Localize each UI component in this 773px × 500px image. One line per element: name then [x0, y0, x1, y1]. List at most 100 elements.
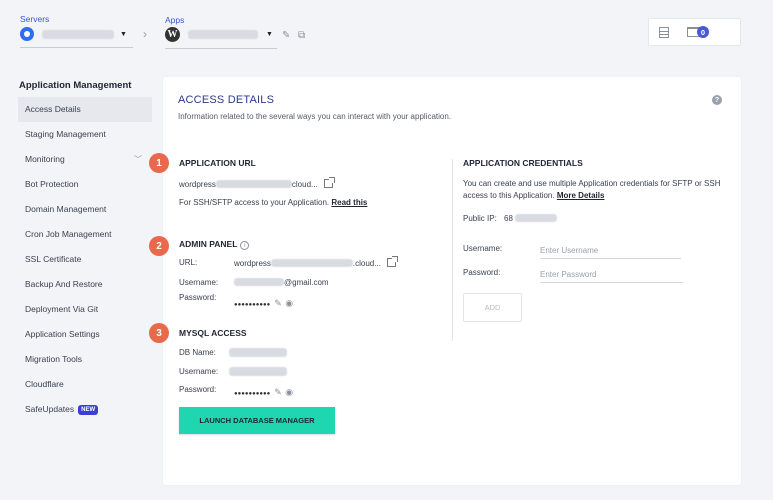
step-badge-2: 2 [149, 236, 169, 256]
admin-username-value: @gmail.com [234, 278, 329, 287]
url-suffix: cloud... [291, 180, 318, 189]
sidebar-item-label: Application Settings [25, 329, 100, 339]
chevron-down-icon: ▼ [266, 31, 273, 38]
top-bar: Servers ▼ › Apps W ▼ ✎ ⧉ 0 [0, 0, 773, 60]
chevron-down-icon: ▼ [120, 30, 127, 38]
public-ip-value: 68 [504, 214, 557, 223]
breadcrumb-chevron-icon: › [143, 27, 147, 41]
sidebar-item-domain-management[interactable]: Domain Management [18, 197, 152, 222]
sidebar-item-label: SSL Certificate [25, 254, 82, 264]
sidebar-item-label: Staging Management [25, 129, 106, 139]
edit-password-icon[interactable]: ✎ [274, 387, 282, 398]
admin-panel-heading: ADMIN PANEL i [179, 239, 250, 250]
username-input[interactable] [540, 243, 681, 259]
sidebar-item-label: Domain Management [25, 204, 107, 214]
sidebar-item-cron-job-management[interactable]: Cron Job Management [18, 222, 152, 247]
show-password-icon[interactable]: ◉ [285, 298, 293, 309]
servers-label: Servers [20, 14, 50, 24]
sidebar-item-access-details[interactable]: Access Details [18, 97, 152, 122]
username-redacted [234, 278, 284, 286]
cred-password-label: Password: [463, 268, 501, 277]
edit-password-icon[interactable]: ✎ [274, 298, 282, 309]
admin-password-value: ●●●●●●●●●● ✎ ◉ [234, 298, 294, 309]
credentials-description: You can create and use multiple Applicat… [463, 178, 731, 202]
mysql-access-heading: MYSQL ACCESS [179, 328, 247, 338]
new-badge: NEW [78, 405, 99, 415]
step-badge-1: 1 [149, 153, 169, 173]
admin-panel-heading-text: ADMIN PANEL [179, 239, 238, 249]
url-prefix: wordpress [179, 180, 216, 189]
db-username-redacted [229, 367, 287, 376]
public-ip-label: Public IP: [463, 214, 497, 223]
info-icon[interactable]: i [240, 241, 250, 250]
add-credentials-button[interactable]: ADD [463, 293, 522, 322]
db-name-redacted [229, 348, 287, 357]
help-icon[interactable]: ? [712, 95, 722, 105]
sidebar-item-label: SafeUpdates [25, 404, 75, 414]
sidebar-item-label: Monitoring [25, 154, 65, 164]
sidebar-item-label: Migration Tools [25, 354, 83, 364]
step-badge-3: 3 [149, 323, 169, 343]
admin-url-suffix: .cloud... [352, 259, 381, 268]
more-details-link[interactable]: More Details [557, 191, 605, 200]
admin-url-label: URL: [179, 258, 198, 267]
url-redacted [215, 180, 292, 188]
password-mask: ●●●●●●●●●● [234, 302, 271, 308]
sidebar-item-label: Cron Job Management [25, 229, 112, 239]
sidebar-item-ssl-certificate[interactable]: SSL Certificate [18, 247, 152, 272]
application-url-heading: APPLICATION URL [179, 158, 256, 168]
server-selector-underline [20, 47, 133, 48]
sidebar-item-label: Access Details [25, 104, 81, 114]
sidebar-item-label: Cloudflare [25, 379, 64, 389]
external-link-icon[interactable] [386, 256, 398, 267]
db-password-label: Password: [179, 385, 217, 394]
sidebar-item-application-settings[interactable]: Application Settings [18, 322, 152, 347]
sidebar-item-label: Bot Protection [25, 179, 79, 189]
column-divider [452, 159, 453, 341]
ssh-access-text: For SSH/SFTP access to your Application.… [179, 198, 367, 207]
sidebar-item-backup-and-restore[interactable]: Backup And Restore [18, 272, 152, 297]
admin-url-prefix: wordpress [234, 259, 271, 268]
admin-username-label: Username: [179, 278, 219, 287]
sidebar-item-staging-management[interactable]: Staging Management [18, 122, 152, 147]
access-details-card: ACCESS DETAILS Information related to th… [149, 77, 741, 485]
edit-app-icon[interactable]: ✎ [282, 30, 290, 41]
wordpress-icon: W [165, 27, 180, 42]
notification-count-badge: 0 [697, 26, 709, 38]
password-input[interactable] [540, 267, 683, 283]
application-credentials-heading: APPLICATION CREDENTIALS [463, 158, 583, 168]
admin-url-value[interactable]: wordpress .cloud... [234, 256, 398, 268]
sidebar-item-migration-tools[interactable]: Migration Tools [18, 347, 152, 372]
server-name-redacted [42, 29, 114, 39]
launch-database-manager-button[interactable]: LAUNCH DATABASE MANAGER [179, 407, 335, 434]
db-name-label: DB Name: [179, 348, 216, 357]
application-url-value[interactable]: wordpress cloud... [179, 177, 335, 189]
external-link-icon[interactable]: ⧉ [298, 30, 305, 41]
app-selector[interactable]: W ▼ [165, 27, 273, 42]
server-selector[interactable]: ▼ [20, 27, 127, 41]
ssh-text: For SSH/SFTP access to your Application. [179, 198, 330, 207]
sidebar-item-safeupdates[interactable]: SafeUpdates NEW [18, 397, 152, 422]
show-password-icon[interactable]: ◉ [285, 387, 293, 398]
app-selector-underline [165, 48, 277, 49]
server-provider-icon [20, 27, 34, 41]
sidebar-item-bot-protection[interactable]: Bot Protection [18, 172, 152, 197]
app-name-redacted [188, 30, 258, 39]
read-this-link[interactable]: Read this [331, 198, 367, 207]
sidebar-item-label: Backup And Restore [25, 279, 103, 289]
db-username-label: Username: [179, 367, 219, 376]
sidebar: Application Management Access Details St… [18, 80, 152, 422]
sidebar-item-monitoring[interactable]: Monitoring ﹀ [18, 147, 152, 172]
password-mask: ●●●●●●●●●● [234, 391, 271, 397]
sidebar-item-label: Deployment Via Git [25, 304, 99, 314]
list-icon[interactable] [659, 27, 669, 38]
page-title: ACCESS DETAILS [178, 94, 275, 106]
db-password-value: ●●●●●●●●●● ✎ ◉ [234, 387, 294, 398]
chevron-down-icon: ﹀ [134, 155, 142, 164]
external-link-icon[interactable] [323, 177, 335, 188]
top-right-toolbar: 0 [648, 18, 741, 46]
sidebar-item-deployment-via-git[interactable]: Deployment Via Git [18, 297, 152, 322]
sidebar-item-cloudflare[interactable]: Cloudflare [18, 372, 152, 397]
sidebar-title: Application Management [19, 80, 132, 91]
apps-label: Apps [165, 15, 185, 25]
